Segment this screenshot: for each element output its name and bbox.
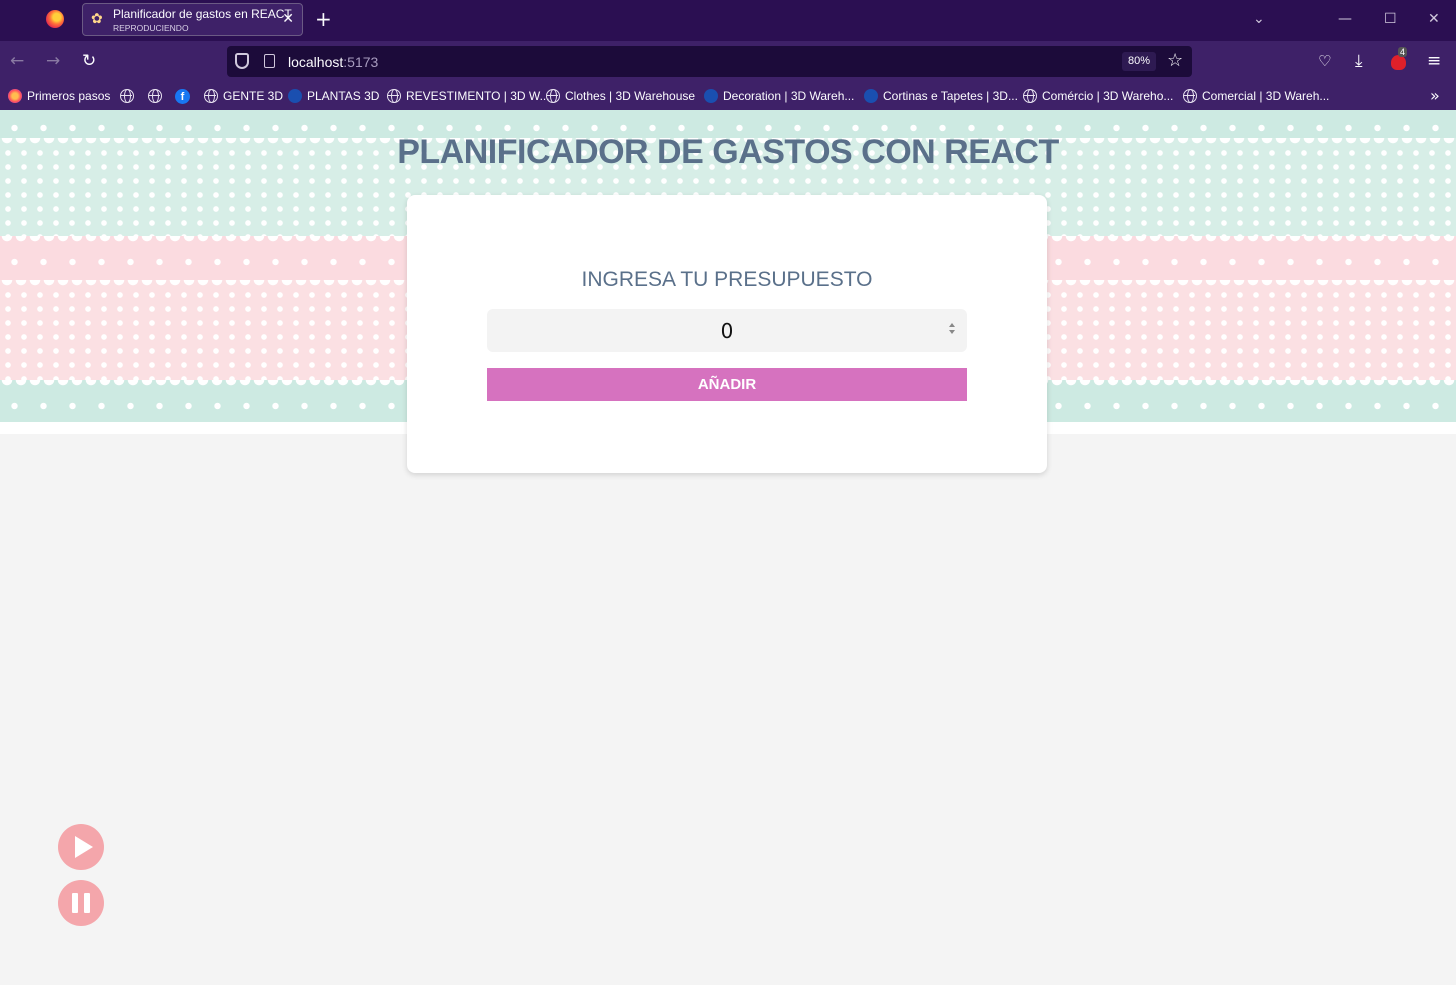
budget-input[interactable] <box>487 309 967 352</box>
bookmarks-overflow-icon[interactable]: » <box>1430 86 1440 105</box>
budget-card: INGRESA TU PRESUPUESTO AÑADIR <box>407 195 1047 473</box>
bookmark-primeros-pasos[interactable]: Primeros pasos <box>8 88 110 104</box>
bookmark-facebook[interactable]: f <box>175 88 190 104</box>
bookmark-label: Comércio | 3D Wareho... <box>1042 89 1174 103</box>
bookmark-cortinas[interactable]: Cortinas e Tapetes | 3D... <box>864 88 1018 104</box>
bookmark-star-icon[interactable]: ☆ <box>1167 51 1183 71</box>
page-info-icon[interactable] <box>264 54 275 68</box>
bookmark-revestimento[interactable]: REVESTIMENTO | 3D W... <box>387 88 550 104</box>
tracking-shield-icon[interactable] <box>235 53 249 69</box>
firefox-icon[interactable] <box>46 10 64 28</box>
close-tab-icon[interactable]: ✕ <box>282 11 294 27</box>
bookmark-label: Cortinas e Tapetes | 3D... <box>883 89 1018 103</box>
bookmark-label: Decoration | 3D Wareh... <box>723 89 855 103</box>
sketchup-icon <box>704 89 718 103</box>
tab-title: Planificador de gastos en REACT <box>113 7 292 21</box>
globe-icon <box>148 89 162 103</box>
globe-icon <box>546 89 560 103</box>
bookmark-globe-2[interactable] <box>148 88 167 104</box>
bookmark-label: PLANTAS 3D <box>307 89 380 103</box>
forward-arrow-icon[interactable]: → <box>46 51 60 71</box>
bookmarks-bar: Primeros pasos f GENTE 3D PLANTAS 3D REV… <box>0 82 1456 110</box>
budget-label: INGRESA TU PRESUPUESTO <box>581 268 873 291</box>
globe-icon <box>1023 89 1037 103</box>
play-button[interactable] <box>58 824 104 870</box>
zoom-level[interactable]: 80% <box>1122 52 1157 71</box>
back-arrow-icon[interactable]: ← <box>10 51 24 71</box>
spinner-up-icon[interactable] <box>949 323 955 327</box>
menu-icon[interactable]: ≡ <box>1427 51 1441 71</box>
minimize-icon[interactable]: — <box>1338 10 1352 28</box>
extension-icon[interactable] <box>1391 55 1406 70</box>
sketchup-icon <box>864 89 878 103</box>
close-window-icon[interactable]: ✕ <box>1428 10 1440 28</box>
pause-button[interactable] <box>58 880 104 926</box>
spinner-down-icon[interactable] <box>949 330 955 334</box>
facebook-icon: f <box>175 88 190 104</box>
pause-icon <box>84 893 90 913</box>
bookmark-comercial[interactable]: Comercial | 3D Wareh... <box>1183 88 1329 104</box>
page-title: PLANIFICADOR DE GASTOS CON REACT <box>397 133 1059 171</box>
bookmark-clothes[interactable]: Clothes | 3D Warehouse <box>546 88 695 104</box>
browser-tab[interactable]: ✿ Planificador de gastos en REACT REPROD… <box>82 3 303 36</box>
bookmark-globe-1[interactable] <box>120 88 139 104</box>
url-host: localhost <box>288 54 344 70</box>
globe-icon <box>204 89 218 103</box>
url-text[interactable]: localhost:5173 <box>288 54 378 70</box>
bookmark-label: Clothes | 3D Warehouse <box>565 89 696 103</box>
bookmark-plantas-3d[interactable]: PLANTAS 3D <box>288 88 379 104</box>
pocket-icon[interactable]: ♡ <box>1318 51 1331 71</box>
bookmark-comercio[interactable]: Comércio | 3D Wareho... <box>1023 88 1173 104</box>
bookmark-gente-3d[interactable]: GENTE 3D <box>204 88 283 104</box>
browser-titlebar: ✿ Planificador de gastos en REACT REPROD… <box>0 0 1456 41</box>
bookmark-decoration[interactable]: Decoration | 3D Wareh... <box>704 88 854 104</box>
pause-icon <box>72 893 78 913</box>
number-spinner-icon[interactable] <box>947 323 957 337</box>
bookmark-label: Comercial | 3D Wareh... <box>1202 89 1330 103</box>
reload-icon[interactable]: ↻ <box>82 51 96 71</box>
extension-badge: 4 <box>1398 47 1408 57</box>
address-bar[interactable]: localhost:5173 80% ☆ <box>227 46 1192 77</box>
tab-list-chevron-icon[interactable]: ⌄ <box>1253 10 1265 28</box>
bookmark-label: Primeros pasos <box>27 89 111 103</box>
bookmark-label: REVESTIMENTO | 3D W... <box>406 89 550 103</box>
tab-playing-label: REPRODUCIENDO <box>113 23 189 33</box>
star-favicon-icon: ✿ <box>91 11 103 27</box>
firefox-icon <box>8 89 22 103</box>
sketchup-icon <box>288 89 302 103</box>
new-tab-icon[interactable]: + <box>315 8 332 30</box>
globe-icon <box>1183 89 1197 103</box>
add-budget-button[interactable]: AÑADIR <box>487 368 967 401</box>
globe-icon <box>387 89 401 103</box>
maximize-icon[interactable]: ☐ <box>1384 10 1397 28</box>
globe-icon <box>120 89 134 103</box>
download-icon[interactable]: ⤓ <box>1355 51 1363 71</box>
browser-navbar: ← → ↻ localhost:5173 80% ☆ ♡ ⤓ 4 ≡ <box>0 41 1456 82</box>
bookmark-label: GENTE 3D <box>223 89 284 103</box>
url-port: :5173 <box>343 54 379 70</box>
play-icon <box>75 836 93 858</box>
